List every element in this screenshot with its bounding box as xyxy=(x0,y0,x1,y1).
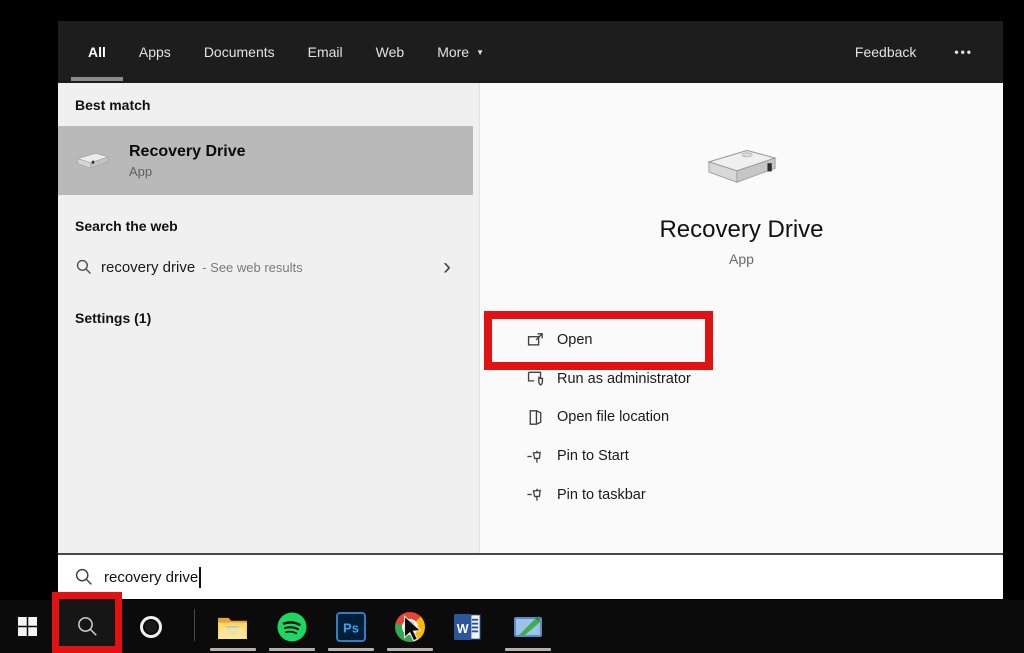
search-web-heading: Search the web xyxy=(75,218,479,234)
running-indicator xyxy=(210,648,256,651)
tab-all[interactable]: All xyxy=(88,21,106,83)
tab-label: More xyxy=(437,44,469,60)
windows-logo-icon xyxy=(18,617,37,636)
taskbar: Ps W xyxy=(0,600,1024,653)
result-title: Recovery Drive xyxy=(480,216,1003,244)
tab-more[interactable]: More ▼ xyxy=(437,21,484,83)
running-indicator xyxy=(269,648,315,651)
header-right: Feedback ••• xyxy=(855,44,973,60)
taskbar-file-explorer[interactable] xyxy=(203,600,262,653)
best-match-result[interactable]: Recovery Drive App xyxy=(58,126,473,195)
start-button[interactable] xyxy=(0,600,54,653)
search-input-value[interactable]: recovery drive xyxy=(104,569,198,586)
result-subtitle: App xyxy=(480,251,1003,267)
pin-icon xyxy=(524,485,546,504)
tab-label: Web xyxy=(376,44,405,60)
svg-text:Ps: Ps xyxy=(343,620,359,635)
word-icon: W xyxy=(453,613,484,641)
pin-icon xyxy=(524,447,546,466)
taskbar-search-button[interactable] xyxy=(54,600,120,653)
search-tabs-bar: All Apps Documents Email Web More ▼ Feed… xyxy=(58,21,1003,83)
tab-web[interactable]: Web xyxy=(376,21,405,83)
best-match-subtitle: App xyxy=(129,164,246,179)
windows-search-flyout: All Apps Documents Email Web More ▼ Feed… xyxy=(58,21,1003,599)
taskbar-divider xyxy=(194,609,195,641)
feedback-button[interactable]: Feedback xyxy=(855,44,916,60)
recovery-drive-icon xyxy=(696,139,788,195)
search-input-bar[interactable]: recovery drive xyxy=(58,553,1003,599)
best-match-title: Recovery Drive xyxy=(129,143,246,161)
action-label: Pin to Start xyxy=(557,448,629,464)
search-icon xyxy=(75,258,93,276)
open-icon xyxy=(524,331,546,350)
tab-documents[interactable]: Documents xyxy=(204,21,275,83)
context-actions: Open Run as administrator xyxy=(480,321,1003,514)
tab-label: Apps xyxy=(139,44,171,60)
media-app-icon xyxy=(513,614,543,640)
taskbar-media-app[interactable] xyxy=(498,600,557,653)
action-run-as-administrator[interactable]: Run as administrator xyxy=(480,360,1003,399)
action-label: Pin to taskbar xyxy=(557,487,646,503)
search-icon xyxy=(75,614,100,639)
web-search-suggestion[interactable]: recovery drive - See web results › xyxy=(58,247,479,287)
chevron-right-icon[interactable]: › xyxy=(443,257,451,277)
action-label: Open xyxy=(557,332,592,348)
chrome-icon xyxy=(395,612,425,642)
action-label: Run as administrator xyxy=(557,371,691,387)
text-caret xyxy=(199,567,201,588)
chevron-down-icon: ▼ xyxy=(476,48,484,57)
running-indicator xyxy=(505,648,551,651)
tab-email[interactable]: Email xyxy=(308,21,343,83)
tab-apps[interactable]: Apps xyxy=(139,21,171,83)
tab-label: All xyxy=(88,44,106,60)
suggestion-hint: - See web results xyxy=(202,260,302,275)
result-details-pane: Recovery Drive App Open xyxy=(479,83,1003,553)
search-icon xyxy=(74,567,94,587)
action-open-file-location[interactable]: Open file location xyxy=(480,398,1003,437)
running-indicator xyxy=(328,648,374,651)
action-pin-to-start[interactable]: Pin to Start xyxy=(480,437,1003,476)
svg-text:W: W xyxy=(457,621,469,635)
tab-label: Email xyxy=(308,44,343,60)
tab-label: Documents xyxy=(204,44,275,60)
photoshop-icon: Ps xyxy=(336,612,366,642)
suggestion-query: recovery drive xyxy=(101,259,195,276)
taskbar-word[interactable]: W xyxy=(439,600,498,653)
result-hero: Recovery Drive App xyxy=(480,83,1003,267)
best-match-text: Recovery Drive App xyxy=(129,143,246,179)
taskbar-spotify[interactable] xyxy=(262,600,321,653)
desktop: All Apps Documents Email Web More ▼ Feed… xyxy=(0,0,1024,653)
action-label: Open file location xyxy=(557,409,669,425)
taskbar-photoshop[interactable]: Ps xyxy=(321,600,380,653)
folder-location-icon xyxy=(524,408,546,427)
running-indicator xyxy=(387,648,433,651)
search-results-area: Best match Recovery Drive App Search the… xyxy=(58,83,1003,553)
taskbar-chrome[interactable] xyxy=(380,600,439,653)
file-explorer-icon xyxy=(217,614,248,640)
admin-shield-icon xyxy=(524,369,546,388)
recovery-drive-icon xyxy=(74,146,112,176)
more-options-icon[interactable]: ••• xyxy=(954,45,973,59)
action-pin-to-taskbar[interactable]: Pin to taskbar xyxy=(480,475,1003,514)
cortana-button[interactable] xyxy=(120,600,182,653)
results-list: Best match Recovery Drive App Search the… xyxy=(58,83,479,553)
spotify-icon xyxy=(277,612,307,642)
cortana-icon xyxy=(140,616,162,638)
best-match-heading: Best match xyxy=(75,97,479,113)
settings-heading: Settings (1) xyxy=(75,310,479,326)
action-open[interactable]: Open xyxy=(480,321,1003,360)
